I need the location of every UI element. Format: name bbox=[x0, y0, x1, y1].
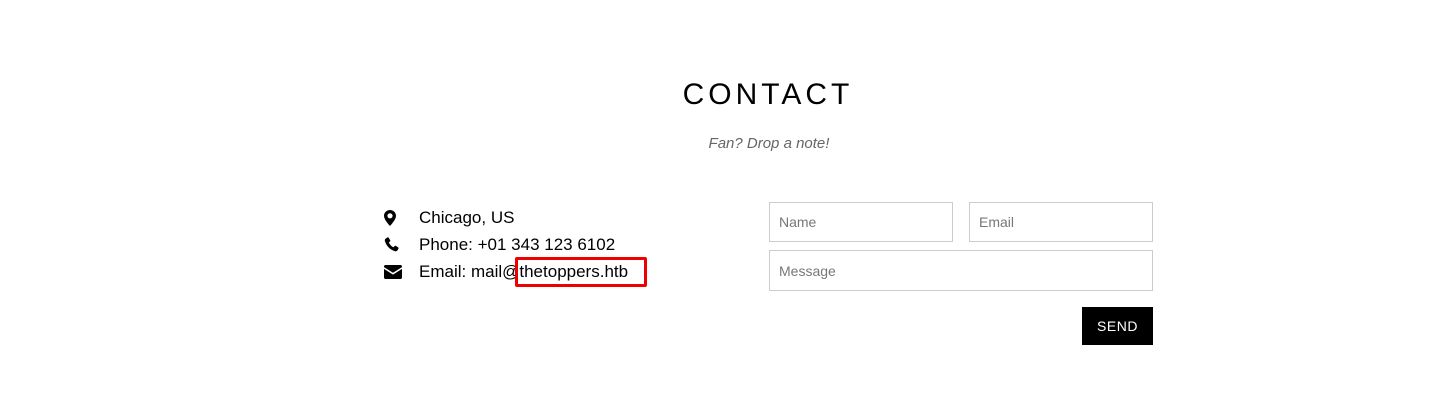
phone-icon bbox=[384, 234, 419, 256]
contact-email: Email: mail@thetoppers.htb bbox=[384, 258, 704, 285]
contact-info-list: Chicago, US Phone: +01 343 123 6102 Emai… bbox=[384, 204, 704, 285]
section-subtitle: Fan? Drop a note! bbox=[708, 135, 830, 152]
location-text: Chicago, US bbox=[419, 207, 515, 227]
name-input[interactable] bbox=[769, 202, 953, 242]
phone-text: Phone: +01 343 123 6102 bbox=[419, 234, 616, 254]
section-title: CONTACT bbox=[682, 78, 854, 111]
envelope-icon bbox=[384, 261, 419, 283]
map-marker-icon bbox=[384, 207, 419, 229]
send-button[interactable]: SEND bbox=[1082, 307, 1153, 345]
contact-section: CONTACT Fan? Drop a note! Chicago, US Ph… bbox=[0, 0, 1454, 407]
contact-phone: Phone: +01 343 123 6102 bbox=[384, 231, 704, 258]
email-input[interactable] bbox=[969, 202, 1153, 242]
contact-location: Chicago, US bbox=[384, 204, 704, 231]
email-text[interactable]: Email: mail@thetoppers.htb bbox=[419, 261, 628, 283]
message-input[interactable] bbox=[769, 250, 1153, 291]
